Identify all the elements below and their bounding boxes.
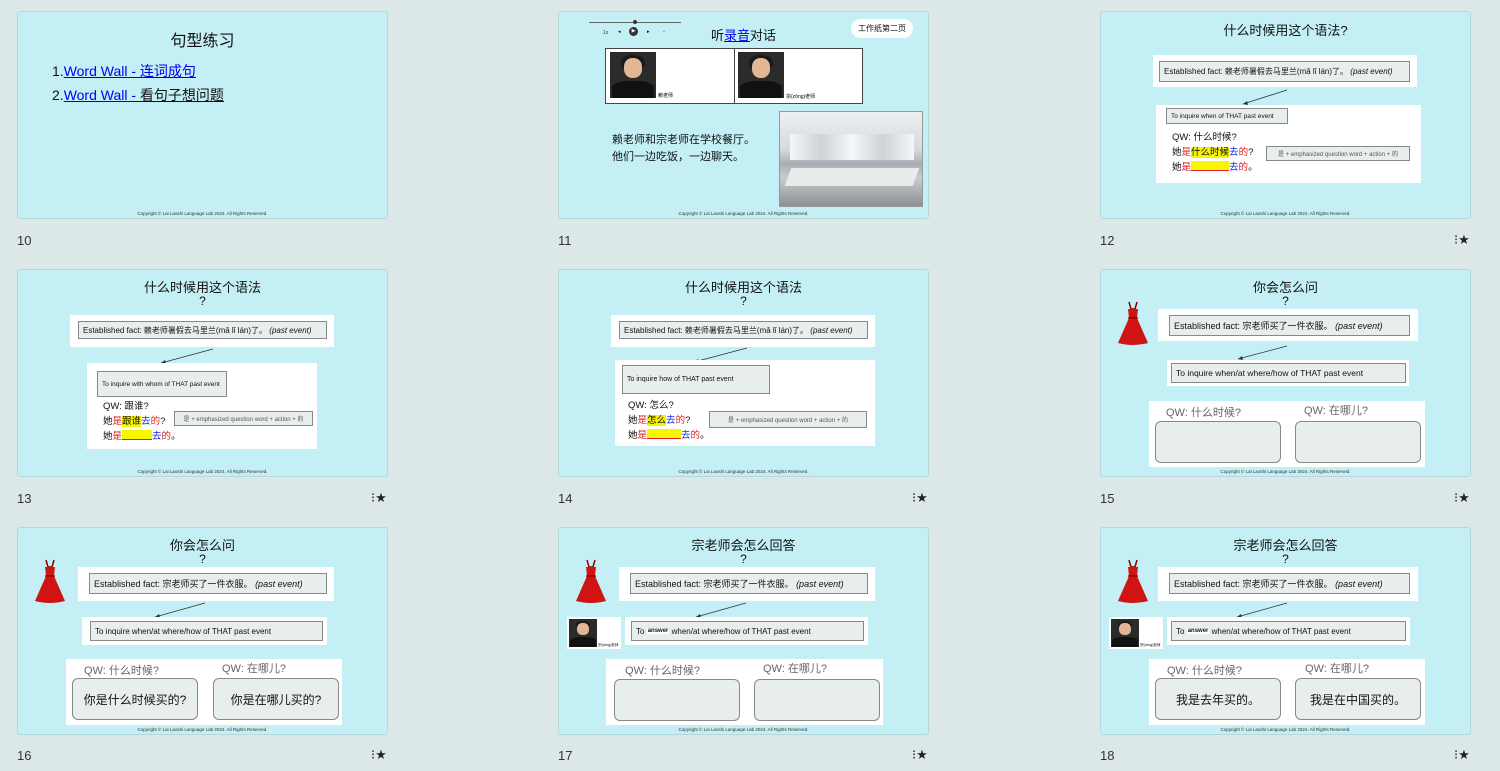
play-icon[interactable]: ▶ (629, 27, 638, 36)
animation-star-icon[interactable]: ⁝★ (912, 747, 928, 763)
answer-box-where[interactable] (1295, 421, 1421, 463)
slide-thumbnail-15[interactable]: 你会怎么问 ? Established fact: 宗老师买了一件衣服。 (pa… (1100, 269, 1471, 477)
animation-star-icon[interactable]: ⁝★ (1454, 490, 1470, 506)
qw-when-label: QW: 什么时候? (1167, 665, 1242, 677)
teacher-zong-photo (569, 619, 597, 647)
answer-box-when[interactable]: 我是去年买的。 (1155, 678, 1281, 720)
answer-purpose-box: To answer when/at where/how of THAT past… (631, 621, 864, 641)
slide-title: 听录音对话 (710, 28, 777, 43)
teacher-zong-photo (738, 52, 784, 98)
answer-purpose-box: To answer when/at where/how of THAT past… (1171, 621, 1406, 641)
teacher-zong-label: 宗(zōng)老师 (598, 643, 619, 647)
slide-thumbnail-11[interactable]: 1x ◂ ▶ ▸ ▫ 听录音对话 工作纸第二页 赖老师 宗(zōng)老师 赖老… (558, 11, 929, 219)
established-fact-box: Established fact: 宗老师买了一件衣服。 (past event… (89, 573, 327, 594)
question-examples: QW: 怎么? 她是怎么去的? 她是 去的。 (628, 400, 710, 441)
answer-box-where[interactable] (754, 679, 880, 721)
rewind-icon[interactable]: ◂ (618, 29, 621, 35)
worksheet-badge: 工作纸第二页 (851, 19, 913, 38)
answer-box-when[interactable] (1155, 421, 1281, 463)
inquire-box: To inquire when/at where/how of THAT pas… (1171, 363, 1406, 383)
audio-progress-knob[interactable] (633, 20, 637, 24)
established-fact-box: Established fact: 宗老师买了一件衣服。 (past event… (1169, 573, 1410, 594)
animation-star-icon[interactable]: ⁝★ (1454, 232, 1470, 248)
slide-title: 句型练习 (170, 33, 235, 50)
grammar-pattern-hint: 是 + emphasized question word + action + … (709, 411, 867, 428)
copyright: Copyright © Lai Laoshi Language Lab 2024… (678, 727, 809, 732)
slide-title: 什么时候用这个语法? (1223, 23, 1348, 38)
teacher-zong-photo (1111, 619, 1139, 647)
copyright: Copyright © Lai Laoshi Language Lab 2024… (1220, 211, 1351, 216)
slide-number: 10 (17, 233, 32, 248)
slide-number: 15 (1100, 491, 1115, 506)
answer-box-where[interactable]: 你是在哪儿买的? (213, 678, 339, 720)
cafeteria-photo (779, 111, 923, 207)
question-examples: QW: 什么时候? 她是什么时候去的? 她是 去的。 (1172, 132, 1258, 173)
slide-thumbnail-10[interactable]: 句型练习 1.Word Wall - 连词成句 2.Word Wall - 看句… (17, 11, 388, 219)
slide-number: 11 (558, 233, 572, 248)
dress-icon (576, 559, 606, 603)
slide-number: 14 (558, 491, 573, 506)
teachers-table: 赖老师 宗(zōng)老师 (605, 48, 863, 104)
copyright: Copyright © Lai Laoshi Language Lab 2024… (137, 469, 268, 474)
word-wall-list: 1.Word Wall - 连词成句 2.Word Wall - 看句子想问题 (52, 63, 224, 103)
established-fact-box: Established fact: 宗老师买了一件衣服。 (past event… (1169, 315, 1410, 336)
dress-icon (35, 559, 65, 603)
inquire-box: To inquire when of THAT past event (1166, 108, 1288, 124)
animation-star-icon[interactable]: ⁝★ (912, 490, 928, 506)
slide-thumbnail-16[interactable]: 你会怎么问 ? Established fact: 宗老师买了一件衣服。 (pa… (17, 527, 388, 735)
dress-icon (1118, 301, 1148, 345)
slide-number: 13 (17, 491, 32, 506)
copyright: Copyright © Lai Laoshi Language Lab 2024… (678, 211, 809, 216)
copyright: Copyright © Lai Laoshi Language Lab 2024… (1220, 727, 1351, 732)
established-fact-box: Established fact: 赖老师暑假去马里兰(mǎ lǐ lán)了。… (78, 321, 327, 339)
grammar-pattern-hint: 是 + emphasized question word + action + … (174, 411, 313, 426)
inquire-box: To inquire how of THAT past event (622, 365, 770, 394)
qw-where-label: QW: 在哪儿? (763, 663, 827, 675)
qw-when-label: QW: 什么时候? (84, 665, 159, 677)
inquire-box: To inquire when/at where/how of THAT pas… (90, 621, 323, 641)
answer-box-when[interactable]: 你是什么时候买的? (72, 678, 198, 720)
recording-link[interactable]: 录音 (724, 28, 750, 43)
slide-thumbnail-17[interactable]: 宗老师会怎么回答 ? Established fact: 宗老师买了一件衣服。 … (558, 527, 929, 735)
copyright: Copyright © Lai Laoshi Language Lab 2024… (137, 727, 268, 732)
established-fact-box: Established fact: 宗老师买了一件衣服。 (past event… (630, 573, 868, 594)
qw-where-label: QW: 在哪儿? (222, 663, 286, 675)
answer-box-when[interactable] (614, 679, 740, 721)
slide-thumbnail-12[interactable]: 什么时候用这个语法? Established fact: 赖老师暑假去马里兰(m… (1100, 11, 1471, 219)
scene-description: 赖老师和宗老师在学校餐厅。 他们一边吃饭，一边聊天。 (612, 134, 755, 163)
inquire-box: To inquire with whom of THAT past event (97, 371, 227, 397)
slide-number: 12 (1100, 233, 1115, 248)
teacher-zong-label: 宗(zōng)老师 (786, 94, 816, 100)
copyright: Copyright © Lai Laoshi Language Lab 2024… (1220, 469, 1351, 474)
word-wall-link-2[interactable]: Word Wall - (64, 87, 140, 103)
grammar-pattern-hint: 是 + emphasized question word + action + … (1266, 146, 1410, 161)
animation-star-icon[interactable]: ⁝★ (371, 747, 387, 763)
question-examples: QW: 跟谁? 她是跟谁去的? 她是 去的。 (103, 401, 181, 442)
slide-thumbnail-18[interactable]: 宗老师会怎么回答 ? Established fact: 宗老师买了一件衣服。 … (1100, 527, 1471, 735)
dress-icon (1118, 559, 1148, 603)
speed-button[interactable]: 1x (603, 30, 608, 36)
animation-star-icon[interactable]: ⁝★ (1454, 747, 1470, 763)
copyright: Copyright © Lai Laoshi Language Lab 2024… (137, 211, 268, 216)
established-fact-box: Established fact: 赖老师暑假去马里兰(mǎ lǐ lán)了。… (1159, 61, 1410, 82)
established-fact-box: Established fact: 赖老师暑假去马里兰(mǎ lǐ lán)了。… (619, 321, 868, 339)
slide-thumbnail-14[interactable]: 什么时候用这个语法 ? Established fact: 赖老师暑假去马里兰(… (558, 269, 929, 477)
slide-number: 16 (17, 748, 32, 763)
qw-when-label: QW: 什么时候? (625, 665, 700, 677)
qw-when-label: QW: 什么时候? (1166, 407, 1241, 419)
slide-thumbnail-13[interactable]: 什么时候用这个语法 ? Established fact: 赖老师暑假去马里兰(… (17, 269, 388, 477)
answer-box-where[interactable]: 我是在中国买的。 (1295, 678, 1421, 720)
teacher-zong-label: 宗(zōng)老师 (1140, 643, 1161, 647)
teacher-lai-photo (610, 52, 656, 98)
slide-number: 18 (1100, 748, 1115, 763)
word-wall-link-1[interactable]: Word Wall - 连词成句 (64, 63, 196, 79)
qw-where-label: QW: 在哪儿? (1305, 663, 1369, 675)
teacher-lai-label: 赖老师 (658, 93, 674, 99)
animation-star-icon[interactable]: ⁝★ (371, 490, 387, 506)
copyright: Copyright © Lai Laoshi Language Lab 2024… (678, 469, 809, 474)
qw-where-label: QW: 在哪儿? (1304, 405, 1368, 417)
slide-number: 17 (558, 748, 573, 763)
